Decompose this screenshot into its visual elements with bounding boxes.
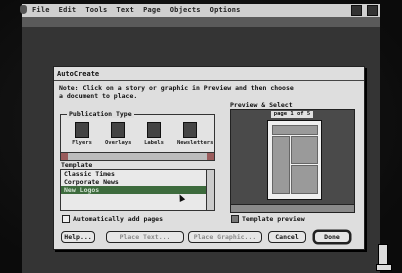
preview-graphic-block[interactable] [272, 136, 290, 194]
flyer-icon [75, 122, 89, 138]
menu-options[interactable]: Options [210, 6, 241, 14]
overlay-icon [111, 122, 125, 138]
publication-type-scrollbar[interactable] [60, 152, 215, 161]
auto-add-pages-option[interactable]: Automatically add pages [62, 215, 163, 223]
preview-title: Preview & Select [230, 101, 293, 109]
place-graphic-button[interactable]: Place Graphic... [188, 231, 262, 243]
menu-file[interactable]: File [32, 6, 50, 14]
template-list-scrollbar[interactable] [206, 170, 214, 210]
menu-page[interactable]: Page [143, 6, 161, 14]
scroll-right-arrow-icon[interactable] [207, 153, 214, 160]
preview-story-block[interactable] [291, 165, 318, 194]
pubtype-labels-label: Labels [144, 140, 164, 146]
pubtype-overlays-label: Overlays [105, 140, 132, 146]
template-preview-label: Template preview [242, 215, 305, 223]
menu-tools[interactable]: Tools [85, 6, 107, 14]
apple-menu-icon[interactable] [20, 5, 27, 14]
template-preview-checkbox[interactable] [231, 215, 239, 223]
template-label: Template [61, 161, 93, 169]
list-item[interactable]: Classic Times [61, 170, 214, 178]
autocreate-dialog: AutoCreate Note: Click on a story or gra… [53, 66, 365, 250]
label-icon [147, 122, 161, 138]
menu-text[interactable]: Text [116, 6, 134, 14]
pubtype-newsletters[interactable]: Newsletters [177, 122, 214, 150]
menu-objects[interactable]: Objects [170, 6, 201, 14]
pubtype-labels[interactable]: Labels [141, 122, 167, 150]
menu-edit[interactable]: Edit [59, 6, 77, 14]
preview-story-block[interactable] [272, 125, 318, 135]
pubtype-newsletters-label: Newsletters [177, 140, 214, 146]
cancel-button[interactable]: Cancel [268, 231, 306, 243]
publication-type-label: Publication Type [67, 110, 134, 118]
auto-add-pages-checkbox[interactable] [62, 215, 70, 223]
screen: File Edit Tools Text Page Objects Option… [0, 0, 402, 273]
preview-scrollbar[interactable] [231, 204, 354, 212]
newsletter-icon [183, 122, 197, 138]
preview-panel[interactable]: page 1 of 5 [230, 109, 355, 213]
trash-icon[interactable] [376, 244, 392, 271]
publication-type-group: Publication Type Flyers Overlays Labels … [60, 110, 215, 154]
help-button[interactable]: Help... [61, 231, 95, 243]
preview-page[interactable] [267, 120, 322, 200]
done-button[interactable]: Done [314, 231, 350, 243]
template-preview-option[interactable]: Template preview [231, 215, 305, 223]
scroll-left-arrow-icon[interactable] [61, 153, 68, 160]
pubtype-overlays[interactable]: Overlays [105, 122, 132, 150]
help-menu-icon[interactable] [351, 5, 362, 16]
preview-story-block[interactable] [291, 136, 318, 164]
template-list[interactable]: Classic Times Corporate News New Logos [60, 169, 215, 211]
list-item[interactable]: Corporate News [61, 178, 214, 186]
dialog-title: AutoCreate [57, 70, 100, 78]
pubtype-flyers-label: Flyers [72, 140, 92, 146]
document-title-strip [22, 17, 380, 27]
list-item-selected[interactable]: New Logos [61, 186, 214, 194]
preview-page-caption: page 1 of 5 [271, 111, 313, 118]
place-text-button[interactable]: Place Text... [106, 231, 184, 243]
application-menu-icon[interactable] [367, 5, 378, 16]
title-divider [54, 80, 364, 81]
menu-bar: File Edit Tools Text Page Objects Option… [20, 4, 380, 18]
auto-add-pages-label: Automatically add pages [73, 215, 164, 223]
pubtype-flyers[interactable]: Flyers [69, 122, 95, 150]
dialog-note: Note: Click on a story or graphic in Pre… [59, 84, 294, 100]
